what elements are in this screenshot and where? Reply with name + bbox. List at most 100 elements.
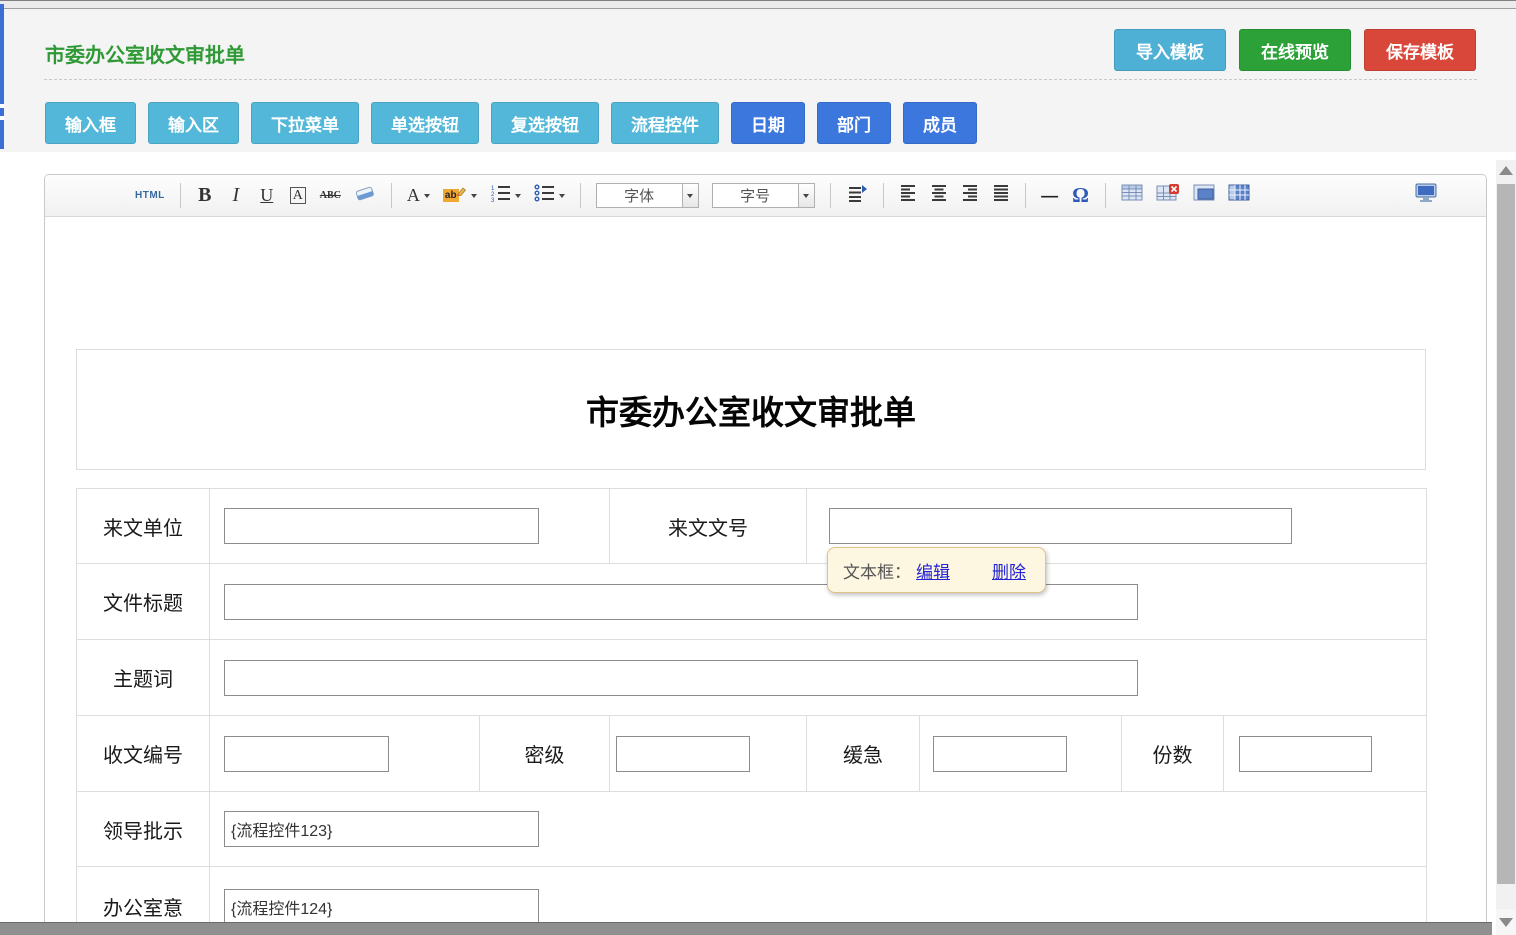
- form-label: 来文文号: [610, 489, 807, 564]
- cell-properties-button[interactable]: [1193, 182, 1215, 210]
- fullscreen-button[interactable]: [1414, 182, 1438, 210]
- form-input-cell: [210, 564, 1427, 640]
- font-frame-icon: A: [290, 187, 306, 204]
- scroll-down-button[interactable]: [1496, 909, 1516, 935]
- align-left-button[interactable]: [899, 182, 917, 210]
- copies-input[interactable]: [1239, 736, 1372, 772]
- form-control-buttons: 输入框 输入区 下拉菜单 单选按钮 复选按钮 流程控件 日期 部门 成员: [45, 102, 977, 144]
- delete-table-button[interactable]: [1156, 182, 1180, 210]
- scroll-down-arrow-icon: [1499, 918, 1513, 927]
- horizontal-rule-button[interactable]: —: [1041, 182, 1059, 210]
- online-preview-button[interactable]: 在线预览: [1239, 29, 1351, 71]
- indent-icon: [846, 184, 868, 207]
- svg-text:3: 3: [491, 198, 495, 202]
- font-size-dropdown-button[interactable]: [798, 184, 814, 207]
- table-row: 收文编号 密级 缓急 份数: [77, 716, 1427, 792]
- subject-words-input[interactable]: [224, 660, 1138, 696]
- window-top-edge: [0, 0, 1516, 9]
- toolbar-separator: [180, 183, 181, 208]
- chevron-down-icon: [471, 194, 477, 198]
- header-divider: [44, 79, 1477, 80]
- align-center-button[interactable]: [930, 182, 948, 210]
- insert-checkbox-button[interactable]: 复选按钮: [491, 102, 599, 144]
- insert-date-button[interactable]: 日期: [731, 102, 805, 144]
- special-char-button[interactable]: Ω: [1072, 182, 1090, 210]
- document-number-input[interactable]: [829, 508, 1292, 544]
- receipt-number-input[interactable]: [224, 736, 389, 772]
- font-family-select[interactable]: 字体: [596, 183, 699, 208]
- font-family-value: 字体: [597, 185, 682, 206]
- control-tooltip: 文本框： 编辑 删除: [827, 547, 1046, 593]
- bold-button[interactable]: B: [196, 182, 214, 210]
- insert-textarea-button[interactable]: 输入区: [148, 102, 239, 144]
- form-label: 份数: [1122, 716, 1224, 792]
- editor-content[interactable]: 市委办公室收文审批单 来文单位 来文文号 文件标题 主题词 收文编: [45, 217, 1486, 935]
- edit-link[interactable]: 编辑: [916, 558, 950, 583]
- import-template-button[interactable]: 导入模板: [1114, 29, 1226, 71]
- toolbar-separator: [830, 183, 831, 208]
- form-input-cell: [210, 716, 480, 792]
- insert-flow-control-button[interactable]: 流程控件: [611, 102, 719, 144]
- font-size-value: 字号: [713, 185, 798, 206]
- security-level-input[interactable]: [616, 736, 750, 772]
- insert-dropdown-button[interactable]: 下拉菜单: [251, 102, 359, 144]
- eraser-button[interactable]: [354, 182, 376, 210]
- save-template-button[interactable]: 保存模板: [1364, 29, 1476, 71]
- insert-radio-button[interactable]: 单选按钮: [371, 102, 479, 144]
- form-title: 市委办公室收文审批单: [586, 386, 916, 434]
- font-frame-button[interactable]: A: [289, 182, 307, 210]
- ordered-list-button[interactable]: 123: [490, 182, 521, 210]
- html-source-icon: HTML: [135, 190, 165, 201]
- toolbar-separator: [1105, 183, 1106, 208]
- rich-text-editor: HTML B I U A ABC A ab 123 字体 字号 — Ω: [44, 174, 1487, 935]
- align-right-button[interactable]: [961, 182, 979, 210]
- fullscreen-icon: [1414, 183, 1438, 208]
- form-input-cell: [210, 792, 1427, 867]
- table-properties-icon: [1228, 184, 1250, 207]
- form-label: 来文单位: [77, 489, 210, 564]
- source-unit-input[interactable]: [224, 508, 539, 544]
- delete-table-icon: [1156, 184, 1180, 207]
- font-color-icon: A: [407, 185, 420, 206]
- header-actions: 导入模板 在线预览 保存模板: [1114, 29, 1476, 71]
- insert-table-button[interactable]: [1121, 182, 1143, 210]
- strikethrough-button[interactable]: ABC: [320, 182, 341, 210]
- scroll-up-arrow-icon[interactable]: [1499, 166, 1513, 175]
- form-label: 收文编号: [77, 716, 210, 792]
- insert-department-button[interactable]: 部门: [817, 102, 891, 144]
- ordered-list-icon: 123: [490, 184, 511, 207]
- delete-link[interactable]: 删除: [992, 558, 1026, 583]
- form-title-box: 市委办公室收文审批单: [76, 349, 1426, 470]
- scrollbar-thumb[interactable]: [1497, 184, 1515, 884]
- toolbar-separator: [391, 183, 392, 208]
- table-row: 来文单位 来文文号: [77, 489, 1427, 564]
- office-opinion-input[interactable]: [224, 889, 539, 925]
- align-justify-button[interactable]: [992, 182, 1010, 210]
- html-source-button[interactable]: HTML: [135, 182, 165, 210]
- insert-member-button[interactable]: 成员: [903, 102, 977, 144]
- vertical-scrollbar[interactable]: [1496, 160, 1516, 935]
- font-color-button[interactable]: A: [407, 182, 430, 210]
- urgency-input[interactable]: [933, 736, 1067, 772]
- table-properties-button[interactable]: [1228, 182, 1250, 210]
- insert-table-icon: [1121, 184, 1143, 207]
- underline-button[interactable]: U: [258, 182, 276, 210]
- form-label: 文件标题: [77, 564, 210, 640]
- chevron-down-icon: [424, 194, 430, 198]
- italic-button[interactable]: I: [227, 182, 245, 210]
- form-input-cell: [210, 489, 610, 564]
- leader-comments-input[interactable]: [224, 811, 539, 847]
- insert-input-button[interactable]: 输入框: [45, 102, 136, 144]
- sliver-mark: [0, 104, 4, 108]
- align-justify-icon: [992, 184, 1010, 207]
- indent-button[interactable]: [846, 182, 868, 210]
- font-size-select[interactable]: 字号: [712, 183, 815, 208]
- highlight-button[interactable]: ab: [443, 182, 477, 210]
- table-row: 主题词: [77, 640, 1427, 716]
- chevron-down-icon: [559, 194, 565, 198]
- font-family-dropdown-button[interactable]: [682, 184, 698, 207]
- align-right-icon: [961, 184, 979, 207]
- form-label: 缓急: [807, 716, 920, 792]
- horizontal-rule-icon: —: [1041, 186, 1058, 206]
- unordered-list-button[interactable]: [534, 182, 565, 210]
